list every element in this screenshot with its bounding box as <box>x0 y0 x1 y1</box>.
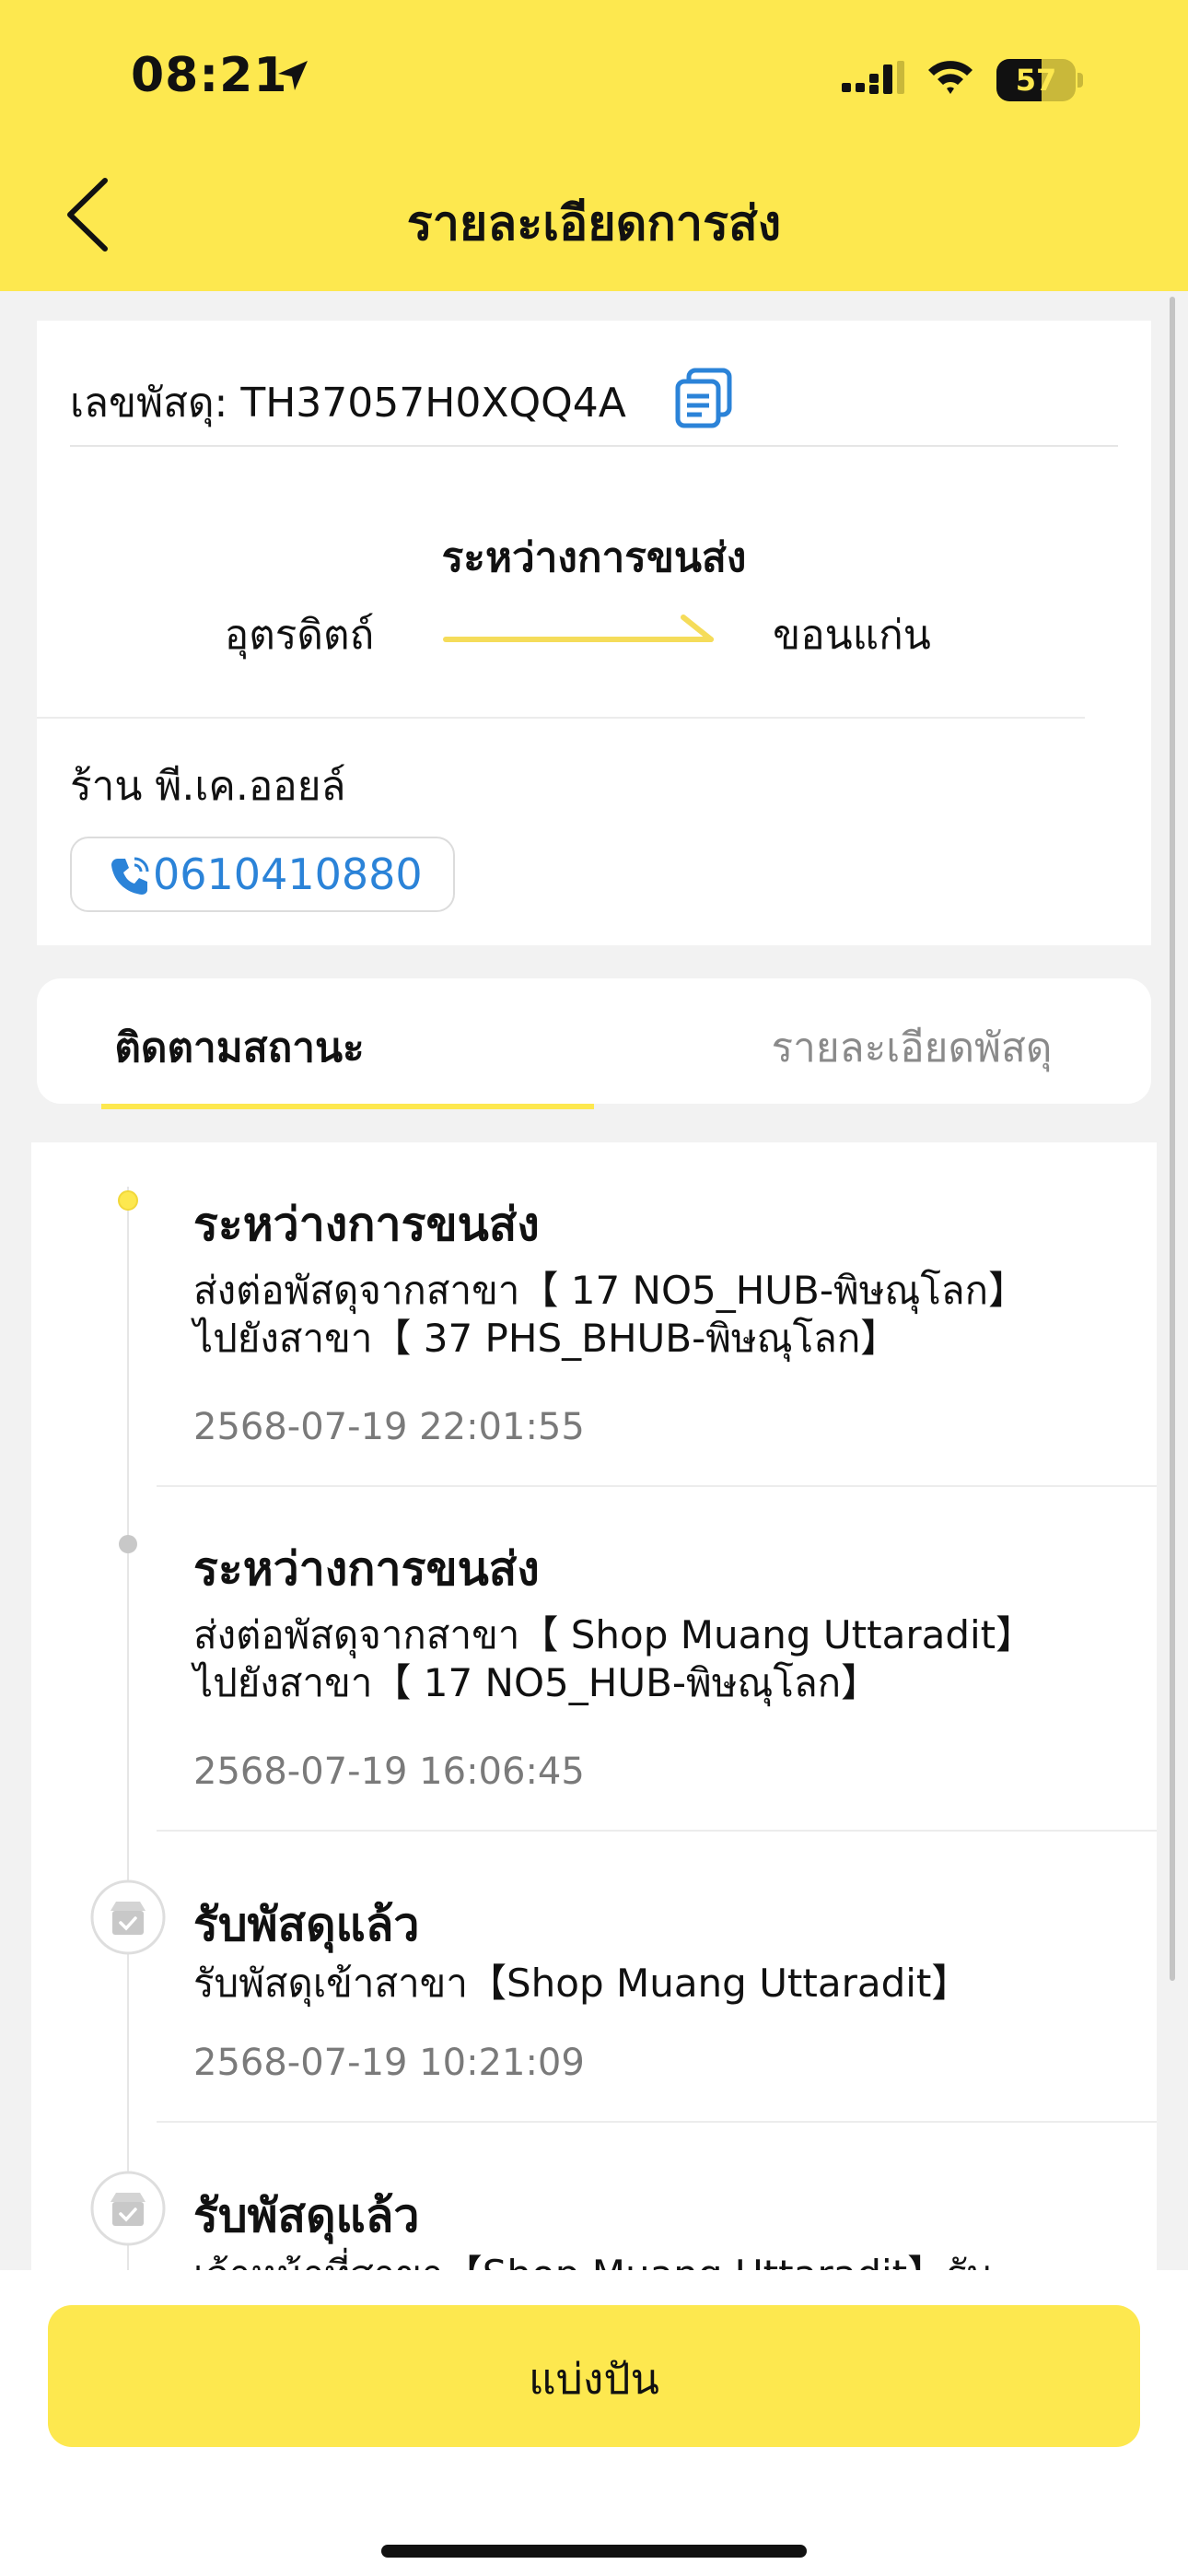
battery-percent: 57 <box>1015 63 1057 98</box>
event-time: 2568-07-19 10:21:09 <box>193 2042 585 2084</box>
parcel-box-icon <box>90 1879 166 1955</box>
divider <box>157 1485 1157 1487</box>
origin-province: อุตรดิตถ์ <box>224 612 375 659</box>
wifi-icon <box>928 61 973 94</box>
scrollbar[interactable] <box>1170 297 1175 1981</box>
event-time: 2568-07-19 16:06:45 <box>193 1751 585 1793</box>
home-indicator <box>381 2545 807 2558</box>
tracking-number: เลขพัสดุ: TH37057H0XQQ4A <box>70 380 626 427</box>
tab-bar: ติดตามสถานะ รายละเอียดพัสดุ <box>37 978 1151 1104</box>
timeline-dot <box>119 1535 137 1553</box>
battery-indicator: 57 <box>996 59 1085 101</box>
share-button-label: แบ่งปัน <box>529 2354 659 2404</box>
parcel-box-icon <box>90 2171 166 2246</box>
header-bar: 08:21 57 รายละเอียดการส่ง <box>0 0 1188 291</box>
event-time: 2568-07-19 22:01:55 <box>193 1406 585 1448</box>
divider <box>37 717 1085 719</box>
event-title: รับพัสดุแล้ว <box>193 2189 420 2242</box>
parcel-info-card: เลขพัสดุ: TH37057H0XQQ4A ระหว่างการขนส่ง… <box>37 321 1151 945</box>
call-phone-button[interactable]: 0610410880 <box>70 837 455 912</box>
page-title: รายละเอียดการส่ง <box>406 196 782 252</box>
event-title: รับพัสดุแล้ว <box>193 1898 420 1951</box>
share-button[interactable]: แบ่งปัน <box>48 2305 1140 2447</box>
tab-parcel-details[interactable]: รายละเอียดพัสดุ <box>718 1015 1105 1080</box>
event-description: รับพัสดุเข้าสาขา【Shop Muang Uttaradit】 <box>193 1961 971 2006</box>
divider <box>157 2121 1157 2123</box>
route-arrow-icon <box>443 615 714 642</box>
status-time: 08:21 <box>131 48 288 103</box>
cellular-signal-icon <box>842 61 904 94</box>
timeline-dot-current <box>118 1190 138 1211</box>
tab-tracking-status[interactable]: ติดตามสถานะ <box>101 1015 378 1080</box>
event-description: ส่งต่อพัสดุจากสาขา【 17 NO5_HUB-พิษณุโลก】 <box>193 1268 1028 1313</box>
bottom-bar: แบ่งปัน <box>0 2270 1188 2576</box>
destination-province: ขอนแก่น <box>773 612 931 659</box>
event-description: ไปยังสาขา【 17 NO5_HUB-พิษณุโลก】 <box>193 1660 880 1705</box>
tracking-timeline: ระหว่างการขนส่ง ส่งต่อพัสดุจากสาขา【 17 N… <box>31 1142 1157 2348</box>
divider <box>70 445 1118 447</box>
delivery-status: ระหว่างการขนส่ง <box>441 534 747 581</box>
phone-number: 0610410880 <box>153 849 423 899</box>
event-title: ระหว่างการขนส่ง <box>193 1198 540 1251</box>
event-title: ระหว่างการขนส่ง <box>193 1542 540 1596</box>
event-description: ไปยังสาขา【 37 PHS_BHUB-พิษณุโลก】 <box>193 1316 900 1361</box>
copy-icon[interactable] <box>672 365 737 429</box>
location-arrow-icon <box>278 61 308 90</box>
sender-shop-name: ร้าน พี.เค.ออยล์ <box>70 763 346 810</box>
divider <box>157 1830 1157 1832</box>
active-tab-indicator <box>101 1104 594 1109</box>
phone-icon <box>111 857 149 895</box>
event-description: ส่งต่อพัสดุจากสาขา【 Shop Muang Uttaradit… <box>193 1612 1035 1657</box>
